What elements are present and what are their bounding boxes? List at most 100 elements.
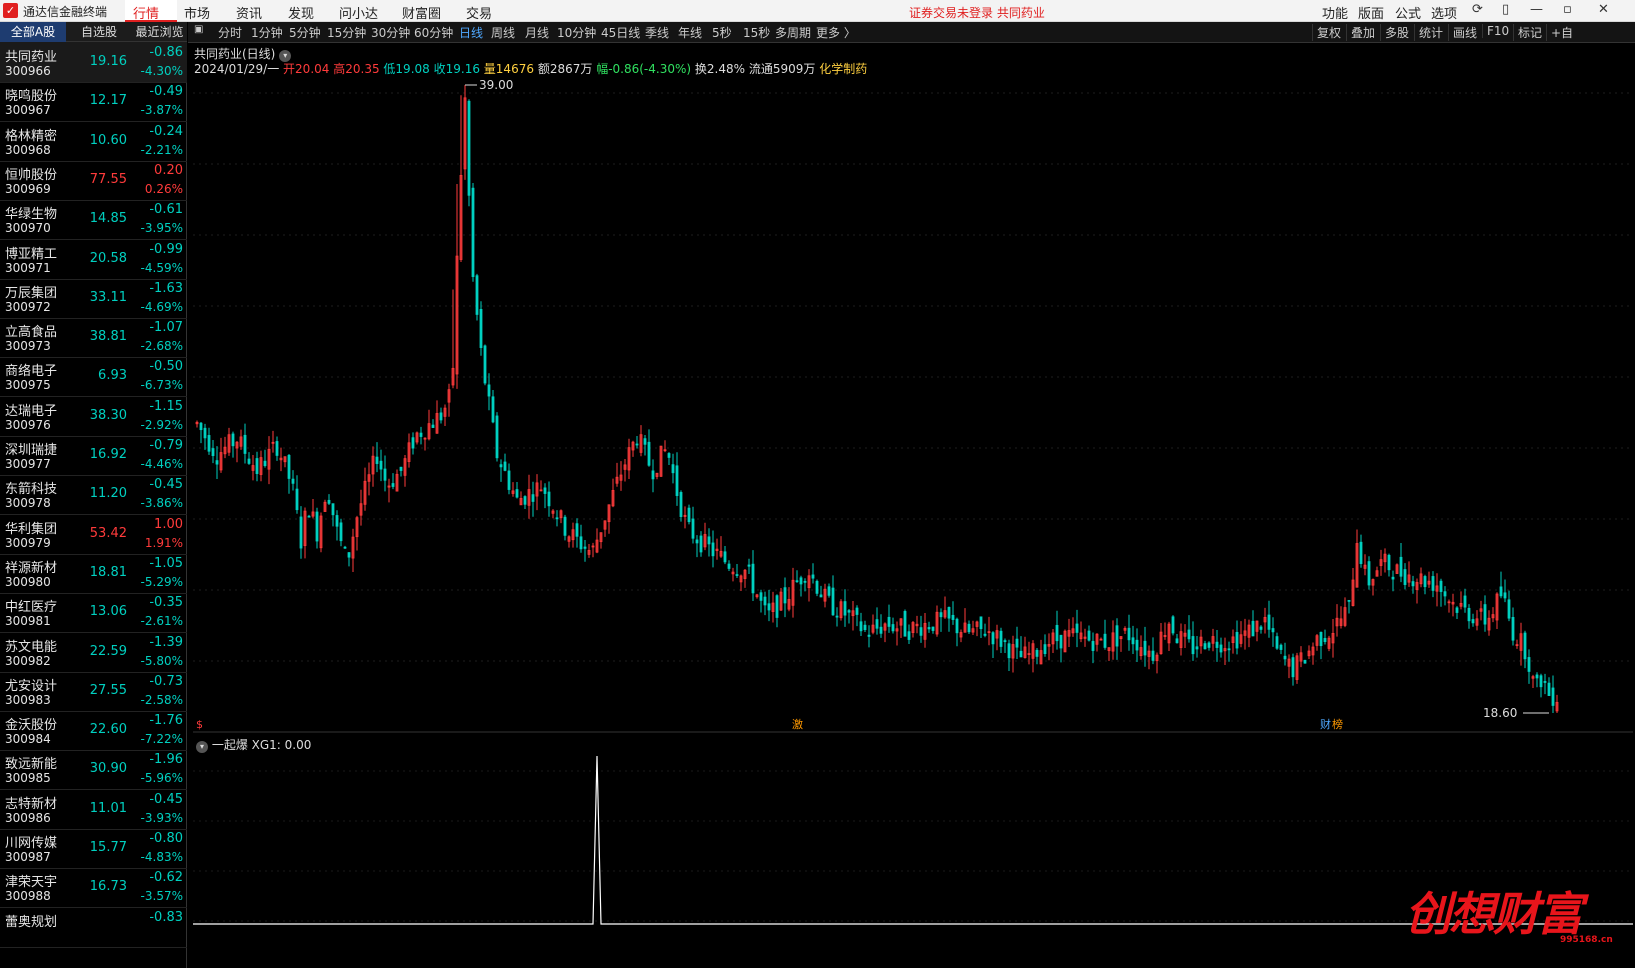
menu-formula[interactable]: 公式 [1395,3,1421,22]
close-icon[interactable]: ✕ [1598,2,1609,17]
menu-discover[interactable]: 发现 [288,3,314,22]
candle-body [675,465,679,496]
candle-body [1035,649,1039,657]
menu-wealth-circle[interactable]: 财富圈 [402,3,441,22]
stock-row[interactable]: 共同药业 300966 19.16 -0.86 -4.30% [0,42,187,83]
stock-row[interactable]: 恒帅股份 300969 77.55 0.20 0.26% [0,160,187,201]
menu-options[interactable]: 选项 [1431,3,1457,22]
candle-body [1439,580,1443,592]
login-warning[interactable]: 证券交易未登录 共同药业 [909,4,1045,21]
event-marker[interactable]: 财 [1320,717,1331,731]
stock-row[interactable]: 金沃股份 300984 22.60 -1.76 -7.22% [0,710,187,752]
period-monthly[interactable]: 月线 [525,24,549,41]
tool-overlay[interactable]: 叠加 [1346,24,1379,41]
stock-row[interactable]: 立高食品 300973 38.81 -1.07 -2.68% [0,317,187,359]
tab-recent[interactable]: 最近浏览 [132,22,187,42]
stock-name: 恒帅股份 [5,167,58,183]
period-15sec[interactable]: 15秒 [743,24,770,41]
stock-row[interactable]: 格林精密 300968 10.60 -0.24 -2.21% [0,121,187,162]
stock-row[interactable]: 苏文电能 300982 22.59 -1.39 -5.80% [0,632,187,673]
refresh-icon[interactable]: ⟳ [1472,2,1483,17]
candle-body [887,616,891,627]
candle-body [579,536,583,550]
stock-price: 11.01 [89,800,127,816]
stock-row[interactable]: 中红医疗 300981 13.06 -0.35 -2.61% [0,592,187,634]
stock-row[interactable]: 博亚精工 300971 20.58 -0.99 -4.59% [0,239,187,280]
period-5min[interactable]: 5分钟 [289,24,321,41]
tool-multi-stock[interactable]: 多股 [1380,24,1413,41]
candle-body [735,574,739,576]
stock-name: 深圳瑞捷 [5,443,58,458]
stock-row[interactable]: 祥源新材 300980 18.81 -1.05 -5.29% [0,553,187,594]
maximize-icon[interactable]: ▫ [1563,2,1572,17]
stock-row[interactable]: 万辰集团 300972 33.11 -1.63 -4.69% [0,278,187,319]
menu-function[interactable]: 功能 [1322,3,1348,22]
menu-quotes[interactable]: 行情 [133,3,159,22]
candle-body [255,458,259,474]
event-marker[interactable]: 榜 [1332,717,1343,731]
event-marker[interactable]: 激 [792,717,803,731]
candle-body [1235,631,1239,649]
period-yearly[interactable]: 年线 [678,24,702,41]
stock-row[interactable]: 津荣天宇 300988 16.73 -0.62 -3.57% [0,867,187,909]
period-more[interactable]: 更多 〉 [816,24,856,41]
period-quarterly[interactable]: 季线 [645,24,669,41]
stock-code: 300983 [5,692,51,707]
period-1min[interactable]: 1分钟 [251,24,283,41]
period-60min[interactable]: 60分钟 [414,24,453,41]
period-15min[interactable]: 15分钟 [327,24,366,41]
menu-news[interactable]: 资讯 [236,3,262,22]
period-5sec[interactable]: 5秒 [712,24,732,41]
tool-statistics[interactable]: 统计 [1414,24,1447,41]
tool-f10[interactable]: F10 [1482,24,1513,38]
tool-draw[interactable]: 画线 [1448,24,1481,41]
candle-body [1135,639,1139,651]
period-30min[interactable]: 30分钟 [371,24,410,41]
menu-trade[interactable]: 交易 [466,3,492,22]
stock-row[interactable]: 志特新材 300986 11.01 -0.45 -3.93% [0,789,187,830]
candle-body [979,616,983,630]
period-multi[interactable]: 多周期 [775,24,811,41]
stock-row[interactable]: 深圳瑞捷 300977 16.92 -0.79 -4.46% [0,435,187,476]
sidebar-toggle-icon[interactable]: ▣ [194,24,203,35]
tab-watchlist[interactable]: 自选股 [66,22,132,42]
event-marker[interactable]: $ [196,718,203,731]
menu-market[interactable]: 市场 [184,3,210,22]
stock-row[interactable]: 晓鸣股份 300967 12.17 -0.49 -3.87% [0,81,187,123]
stock-row[interactable]: 川网传媒 300987 15.77 -0.80 -4.83% [0,828,187,869]
candle-body [295,488,299,511]
menu-layout[interactable]: 版面 [1358,3,1384,22]
stock-row[interactable]: 达瑞电子 300976 38.30 -1.15 -2.92% [0,396,187,437]
kline-chart-area[interactable]: 共同药业(日线) ▾ 2024/01/29/一 开20.04 高20.35 低1… [188,43,1635,968]
period-45day[interactable]: 45日线 [601,24,640,41]
stock-row[interactable]: 东箭科技 300978 11.20 -0.45 -3.86% [0,474,187,516]
stock-row[interactable]: 致远新能 300985 30.90 -1.96 -5.96% [0,749,187,791]
period-10min[interactable]: 10分钟 [557,24,596,41]
stock-row[interactable]: 华利集团 300979 53.42 1.00 1.91% [0,514,187,555]
candle-body [583,546,587,549]
stock-row[interactable]: 尤安设计 300983 27.55 -0.73 -2.58% [0,671,187,712]
candle-body [291,478,295,484]
tool-mark[interactable]: 标记 [1513,24,1546,41]
menu-ask-xiaoda[interactable]: 问小达 [339,3,378,22]
stock-row[interactable]: 华绿生物 300970 14.85 -0.61 -3.95% [0,199,187,241]
tool-add-self[interactable]: +自 [1546,24,1577,41]
stock-row[interactable]: 商络电子 300975 6.93 -0.50 -6.73% [0,356,187,398]
period-daily[interactable]: 日线 [459,24,483,41]
period-intraday[interactable]: 分时 [218,24,242,41]
stock-code: 300967 [5,103,51,118]
minimize-icon[interactable]: — [1530,2,1543,17]
candle-body [1143,640,1147,656]
period-weekly[interactable]: 周线 [491,24,515,41]
stock-change: -0.45 [149,791,183,807]
tool-adjust[interactable]: 复权 [1312,24,1345,41]
stock-change-pct: -3.95% [140,221,183,236]
stock-change-pct: -4.69% [140,299,183,314]
stock-change-pct: -5.80% [140,653,183,668]
stock-row[interactable]: 蕾奥规划 -0.83 [0,907,187,948]
stock-name: 商络电子 [5,364,58,380]
stock-change-pct: -2.92% [140,417,183,432]
candlestick-chart[interactable]: 39.00 18.60 $ 激 财榜 [193,73,1633,733]
phone-icon[interactable]: ▯ [1502,2,1509,17]
tab-all-a-shares[interactable]: 全部A股 [0,22,66,42]
